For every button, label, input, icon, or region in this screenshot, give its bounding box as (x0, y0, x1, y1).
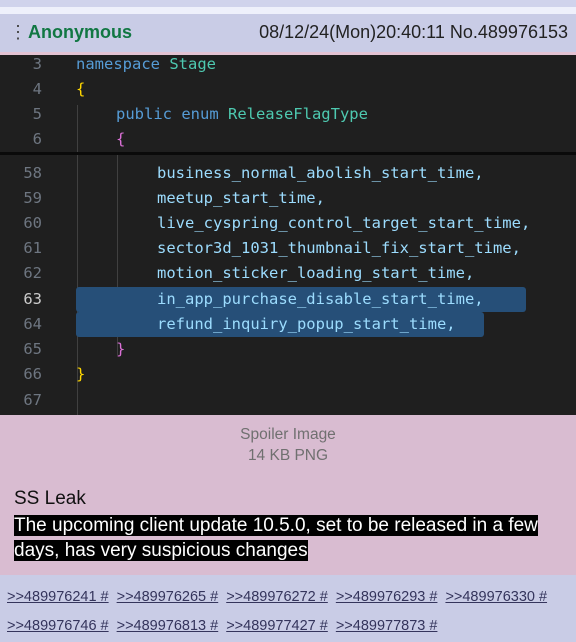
line-number: 67 (23, 391, 42, 409)
reply-link[interactable]: >>489976241 # (7, 589, 109, 605)
reply-link[interactable]: >>489976813 # (117, 618, 219, 634)
line-number: 60 (23, 214, 42, 232)
line-number: 6 (32, 130, 42, 148)
spoiler-text[interactable]: The upcoming client update 10.5.0, set t… (14, 515, 538, 561)
image-splice-divider (0, 152, 576, 155)
code-line: namespace Stage (76, 55, 216, 73)
code-line: } (76, 365, 86, 383)
reply-link[interactable]: >>489977873 # (336, 618, 438, 634)
reply-link[interactable]: >>489976293 # (336, 589, 438, 605)
line-number: 66 (23, 365, 42, 383)
file-size: 14 KB PNG (247, 447, 329, 464)
code-line: { (76, 80, 86, 98)
poster-name: Anonymous (28, 22, 133, 42)
post-header: ⋮ Anonymous 08/12/24(Mon)20:40:11 No.489… (0, 14, 576, 55)
post-body: Spoiler Image 14 KB PNG SS Leak The upco… (0, 415, 576, 575)
code-line: in_app_purchase_disable_start_time, (157, 290, 484, 308)
reply-link[interactable]: >>489976265 # (117, 589, 219, 605)
code-line: } (116, 340, 126, 358)
line-number: 62 (23, 264, 42, 282)
line-number: 5 (32, 105, 42, 123)
line-number: 59 (23, 189, 42, 207)
vertical-dots-icon[interactable]: ⋮ (9, 22, 27, 42)
line-number: 3 (32, 55, 42, 73)
post-datetime: 08/12/24(Mon)20:40:11 (259, 22, 445, 42)
post-meta: 08/12/24(Mon)20:40:11 No.489976153 (259, 22, 568, 43)
code-line: business_normal_abolish_start_time, (157, 164, 484, 182)
code-line: { (116, 130, 126, 148)
code-line: motion_sticker_loading_start_time, (157, 264, 475, 282)
reply-link[interactable]: >>489976330 # (445, 589, 547, 605)
file-info[interactable]: Spoiler Image 14 KB PNG (0, 424, 576, 466)
code-line: sector3d_1031_thumbnail_fix_start_time, (157, 239, 521, 257)
code-line: live_cyspring_control_target_start_time, (157, 214, 531, 232)
spoiler-label: Spoiler Image (240, 426, 336, 443)
reply-link[interactable]: >>489976746 # (7, 618, 109, 634)
line-number: 4 (32, 80, 42, 98)
code-line: meetup_start_time, (157, 189, 325, 207)
line-number: 61 (23, 239, 42, 257)
reply-link[interactable]: >>489977427 # (226, 618, 328, 634)
top-strip (0, 0, 576, 7)
line-number: 58 (23, 164, 42, 182)
line-number: 65 (23, 340, 42, 358)
line-number: 63 (23, 290, 42, 308)
code-line: public enum ReleaseFlagType (116, 105, 368, 123)
divider (0, 7, 576, 14)
line-number: 64 (23, 315, 42, 333)
reply-links: >>489976241 # >>489976265 # >>489976272 # >… (7, 583, 572, 641)
code-line: refund_inquiry_popup_start_time, (157, 315, 456, 333)
post-comment: The upcoming client update 10.5.0, set t… (14, 513, 554, 563)
reply-link[interactable]: >>489976272 # (226, 589, 328, 605)
code-screenshot-image[interactable]: 3 namespace Stage 4 { 5 public enum Rele… (0, 55, 576, 415)
post-number[interactable]: No.489976153 (450, 22, 568, 42)
post-subject: SS Leak (14, 488, 86, 509)
